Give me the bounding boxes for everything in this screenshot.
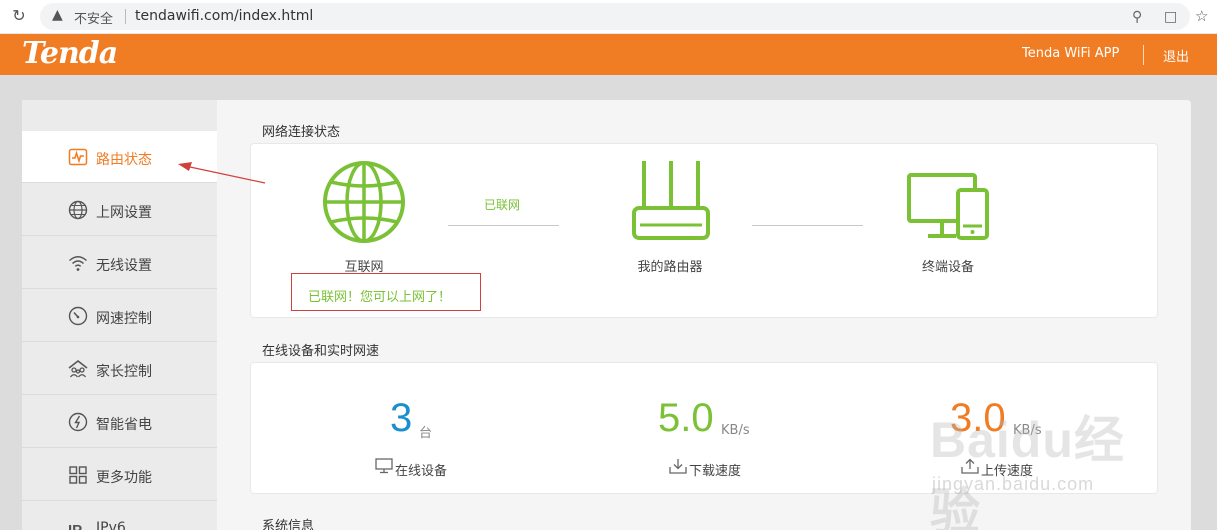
logout-button[interactable]: 退出	[1163, 46, 1189, 65]
watermark-url: jingyan.baidu.com	[932, 474, 1095, 494]
ipv6-icon: IP	[68, 522, 82, 530]
sidebar-item-power-saving[interactable]: 智能省电	[22, 396, 217, 448]
internet-router-line	[448, 225, 559, 226]
sidebar-item-label: 无线设置	[96, 258, 152, 274]
translate-icon[interactable]: □	[1164, 9, 1177, 25]
sidebar-item-label: 网速控制	[96, 311, 152, 327]
speedometer-icon	[68, 306, 88, 326]
router-devices-line	[752, 225, 863, 226]
connection-message: 已联网！您可以上网了！	[308, 290, 452, 305]
tenda-logo: Tenda	[22, 36, 118, 71]
connection-status-text: 已联网	[484, 198, 521, 212]
url-text[interactable]: tendawifi.com/index.html	[135, 8, 313, 24]
reload-icon[interactable]: ↻	[10, 7, 28, 25]
globe-icon	[68, 200, 88, 220]
key-icon[interactable]: ⚲	[1132, 9, 1142, 25]
terminal-devices-icon	[907, 173, 989, 240]
sidebar-item-label: IPv6	[96, 520, 126, 530]
download-icon	[669, 459, 687, 474]
sidebar-item-speed-control[interactable]: 网速控制	[22, 290, 217, 342]
parental-icon	[68, 360, 88, 378]
header-separator	[1143, 45, 1144, 65]
sidebar-item-more-features[interactable]: 更多功能	[22, 449, 217, 501]
internet-globe-icon	[323, 161, 405, 243]
download-speed-value: 5.0	[658, 396, 714, 440]
browser-toolbar: ↻ ▲ 不安全 tendawifi.com/index.html ⚲ □ ☆	[0, 0, 1217, 34]
watermark-logo: Baidu经验	[930, 412, 1125, 530]
warning-icon[interactable]: ▲	[52, 7, 63, 23]
address-bar[interactable]: ▲ 不安全 tendawifi.com/index.html ⚲ □	[40, 3, 1190, 30]
bookmark-star-icon[interactable]: ☆	[1195, 7, 1208, 25]
grid-icon	[69, 466, 87, 484]
router-label: 我的路由器	[637, 260, 703, 275]
online-devices-title: 在线设备和实时网速	[262, 344, 380, 359]
online-devices-unit: 台	[419, 426, 433, 441]
sidebar-item-label: 上网设置	[96, 205, 152, 221]
sidebar-item-parental-control[interactable]: 家长控制	[22, 343, 217, 395]
sidebar-item-label: 家长控制	[96, 364, 152, 380]
baidu-watermark: Baidu经验 jingyan.baidu.com	[930, 390, 1160, 530]
power-save-icon	[68, 412, 88, 432]
online-devices-label: 在线设备	[395, 464, 448, 479]
app-header: Tenda Tenda WiFi APP 退出	[0, 34, 1217, 75]
router-status-icon	[68, 148, 88, 166]
online-devices-count: 3	[390, 396, 413, 440]
sidebar-item-ipv6[interactable]: IP IPv6	[22, 502, 217, 530]
address-separator	[125, 9, 126, 24]
router-icon	[632, 161, 710, 240]
annotation-highlight-box: 已联网！您可以上网了！	[291, 273, 481, 311]
svg-text:IP: IP	[68, 522, 82, 530]
sidebar-item-label: 更多功能	[96, 470, 152, 486]
sidebar-item-router-status[interactable]: 路由状态	[22, 131, 217, 183]
network-status-title: 网络连接状态	[262, 125, 341, 140]
sidebar-item-label: 路由状态	[96, 152, 152, 168]
system-info-title: 系统信息	[262, 519, 315, 530]
devices-label: 终端设备	[921, 260, 974, 275]
sidebar-item-label: 智能省电	[96, 417, 152, 433]
security-label[interactable]: 不安全	[74, 8, 113, 27]
sidebar-item-internet-settings[interactable]: 上网设置	[22, 184, 217, 236]
download-speed-unit: KB/s	[721, 423, 750, 438]
wifi-icon	[69, 256, 87, 271]
monitor-icon	[375, 458, 393, 474]
sidebar: 路由状态 上网设置 无线设置 网速控制 家长控制 智能省电 更多功能 IPv6	[22, 100, 217, 530]
download-speed-label: 下载速度	[689, 464, 742, 479]
sidebar-item-wireless-settings[interactable]: 无线设置	[22, 237, 217, 289]
wifi-app-link[interactable]: Tenda WiFi APP	[1022, 46, 1119, 61]
